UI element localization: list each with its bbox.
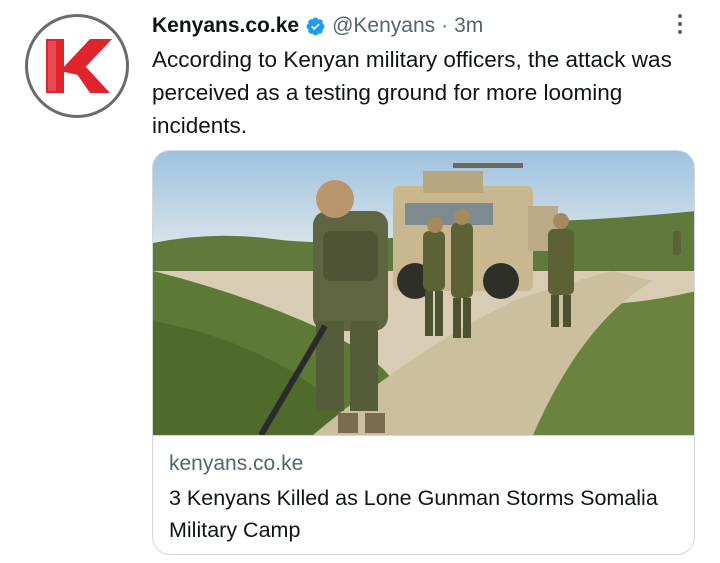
avatar[interactable] (25, 14, 129, 118)
card-domain: kenyans.co.ke (169, 452, 304, 475)
separator-dot: · (441, 14, 449, 37)
card-title[interactable]: 3 Kenyans Killed as Lone Gunman Storms S… (169, 482, 679, 546)
tweet-text: According to Kenyan military officers, t… (152, 47, 672, 138)
link-card[interactable]: kenyans.co.ke 3 Kenyans Killed as Lone G… (152, 150, 695, 555)
timestamp[interactable]: 3m (454, 14, 483, 38)
kenyans-logo-icon (46, 39, 112, 93)
tweet-header: Kenyans.co.ke @Kenyans · 3m (152, 12, 483, 40)
card-divider (153, 435, 694, 436)
display-name[interactable]: Kenyans.co.ke (152, 14, 299, 38)
verified-badge-icon (306, 17, 325, 35)
user-handle[interactable]: @Kenyans (332, 14, 435, 38)
card-photo (153, 151, 694, 435)
more-options-icon[interactable] (666, 8, 694, 40)
